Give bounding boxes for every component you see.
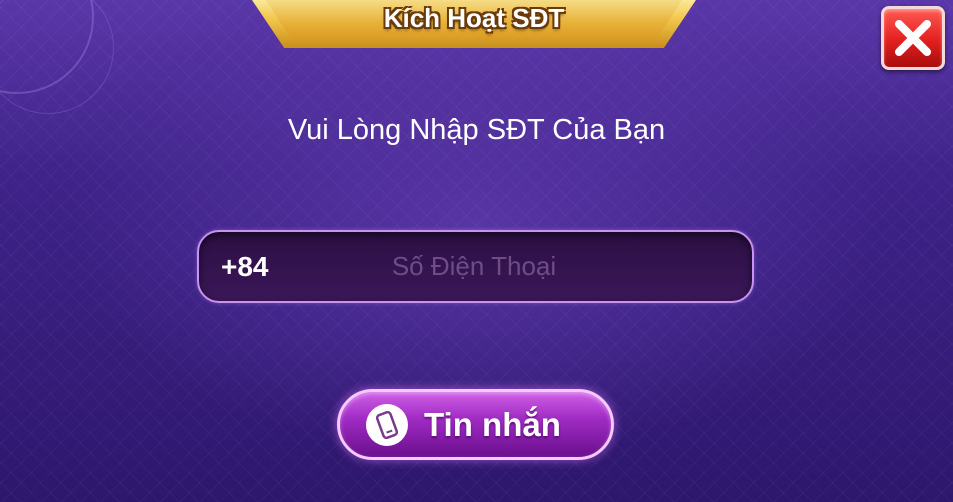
activate-phone-dialog: Kích Hoạt SĐT Vui Lòng Nhập SĐT Của Bạn … — [0, 0, 953, 502]
sms-button-label: Tin nhắn — [424, 406, 561, 443]
country-code: +84 — [221, 251, 269, 282]
close-button[interactable] — [881, 6, 945, 70]
phone-field[interactable]: +84 — [197, 230, 754, 303]
close-icon — [895, 20, 931, 56]
phone-icon — [366, 404, 408, 446]
prompt-text: Vui Lòng Nhập SĐT Của Bạn — [287, 114, 666, 146]
phone-number-input[interactable] — [309, 232, 639, 301]
corner-decoration — [0, 0, 114, 114]
sms-button[interactable]: Tin nhắn — [337, 389, 614, 460]
dialog-title: Kích Hoạt SĐT — [383, 3, 565, 33]
